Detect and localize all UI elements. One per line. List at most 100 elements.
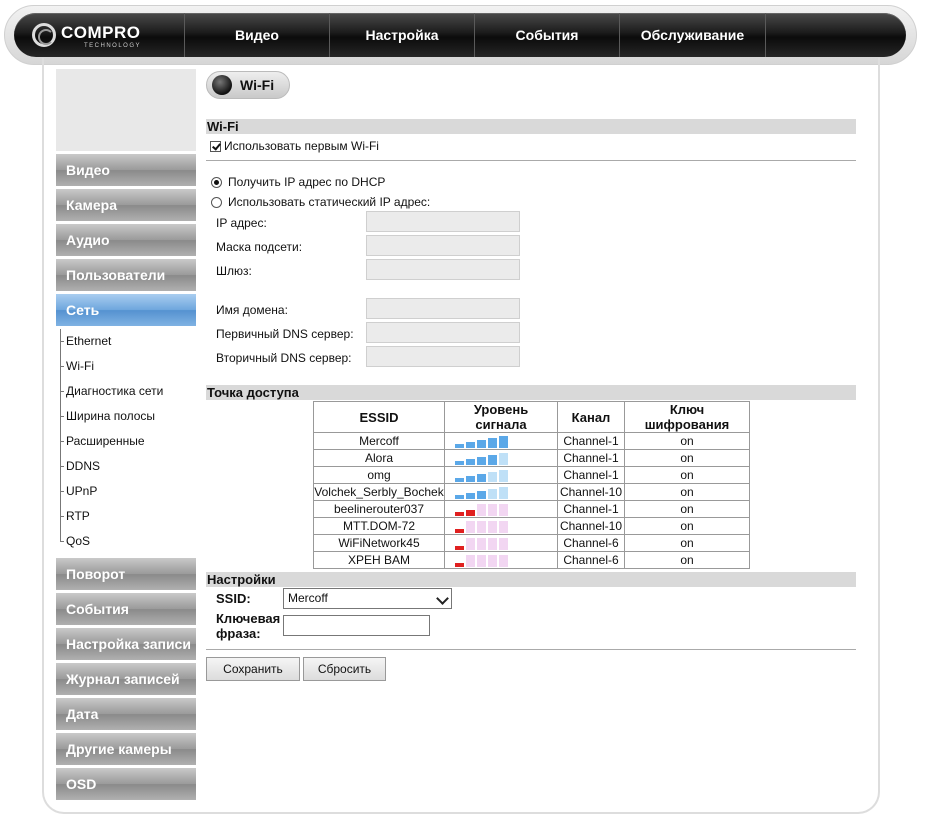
dhcp-label: Получить IP адрес по DHCP [228, 175, 386, 189]
sidebar-item-record-log[interactable]: Журнал записей [56, 663, 196, 695]
key-header: Ключ шифрования [624, 401, 750, 433]
static-ip-radio[interactable] [211, 196, 222, 208]
signal-bars-icon [455, 503, 508, 517]
top-nav-events[interactable]: События [474, 13, 619, 57]
domain-name-field[interactable] [366, 298, 520, 319]
signal-cell [444, 449, 558, 467]
logo-text: COMPRO [61, 23, 141, 42]
sidebar-item-record-settings[interactable]: Настройка записи [56, 628, 196, 660]
sidebar-item-rotation[interactable]: Поворот [56, 558, 196, 590]
signal-bar [488, 438, 497, 449]
table-row[interactable]: Mercoff Channel-1 on [313, 432, 750, 450]
signal-bar [499, 453, 508, 466]
key-cell: on [624, 534, 750, 552]
key-cell: on [624, 466, 750, 484]
signal-bar [477, 440, 486, 449]
static-ip-label: Использовать статический IP адрес: [228, 195, 431, 209]
signal-bar [477, 457, 486, 466]
essid-cell: Mercoff [313, 432, 445, 450]
table-row[interactable]: Alora Channel-1 on [313, 449, 750, 467]
chevron-down-icon [436, 592, 449, 605]
submenu-item-diagnostics[interactable]: Диагностика сети [56, 379, 196, 404]
signal-bars-icon [455, 452, 508, 466]
sidebar-item-audio[interactable]: Аудио [56, 224, 196, 256]
table-row[interactable]: XPEH BAM Channel-6 on [313, 551, 750, 569]
sidebar-item-camera[interactable]: Камера [56, 189, 196, 221]
signal-bar [499, 521, 508, 534]
signal-bar [488, 472, 497, 483]
signal-bar [477, 504, 486, 517]
signal-bar [477, 491, 486, 500]
key-cell: on [624, 551, 750, 569]
channel-cell: Channel-1 [557, 432, 625, 450]
domain-name-label: Имя домена: [216, 303, 288, 317]
secondary-dns-field[interactable] [366, 346, 520, 367]
compro-logo[interactable]: COMPRO TECHNOLOGY [32, 21, 182, 51]
section-access-point: Точка доступа [206, 385, 856, 400]
signal-bar [499, 504, 508, 517]
signal-bar [477, 474, 486, 483]
signal-bars-icon [455, 520, 508, 534]
save-button[interactable]: Сохранить [206, 657, 300, 681]
ip-address-field[interactable] [366, 211, 520, 232]
table-row[interactable]: beelinerouter037 Channel-1 on [313, 500, 750, 518]
key-cell: on [624, 500, 750, 518]
submenu-item-advanced[interactable]: Расширенные [56, 429, 196, 454]
channel-cell: Channel-1 [557, 449, 625, 467]
submenu-item-upnp[interactable]: UPnP [56, 479, 196, 504]
signal-cell [444, 466, 558, 484]
submenu-item-qos[interactable]: QoS [56, 529, 196, 554]
channel-cell: Channel-6 [557, 534, 625, 552]
signal-bar [499, 555, 508, 568]
reset-button[interactable]: Сбросить [303, 657, 386, 681]
channel-cell: Channel-1 [557, 466, 625, 484]
dhcp-option[interactable]: Получить IP адрес по DHCP [211, 175, 385, 189]
sidebar: Видео Камера Аудио Пользователи Сеть Eth… [56, 69, 196, 800]
sidebar-item-network[interactable]: Сеть [56, 294, 196, 326]
primary-dns-field[interactable] [366, 322, 520, 343]
static-ip-option[interactable]: Использовать статический IP адрес: [211, 195, 430, 209]
sidebar-item-other-cameras[interactable]: Другие камеры [56, 733, 196, 765]
essid-cell: beelinerouter037 [313, 500, 445, 518]
submenu-item-ethernet[interactable]: Ethernet [56, 329, 196, 354]
sidebar-item-video[interactable]: Видео [56, 154, 196, 186]
channel-cell: Channel-10 [557, 517, 625, 535]
table-row[interactable]: WiFiNetwork45 Channel-6 on [313, 534, 750, 552]
top-navigation-bar: COMPRO TECHNOLOGY Видео Настройка Событи… [14, 13, 906, 57]
sidebar-item-events[interactable]: События [56, 593, 196, 625]
top-nav-video[interactable]: Видео [184, 13, 329, 57]
submenu-item-rtp[interactable]: RTP [56, 504, 196, 529]
signal-bars-icon [455, 554, 508, 568]
passphrase-label-line2: фраза: [216, 626, 261, 641]
signal-bar [488, 555, 497, 568]
submenu-item-bandwidth[interactable]: Ширина полосы [56, 404, 196, 429]
signal-bar [466, 459, 475, 466]
ssid-select[interactable]: Mercoff [283, 588, 452, 609]
use-first-wifi-label: Использовать первым Wi-Fi [224, 139, 379, 153]
passphrase-input[interactable] [283, 615, 430, 636]
table-row[interactable]: Volchek_Serbly_Bochek Channel-10 on [313, 483, 750, 501]
signal-bar [455, 529, 464, 534]
sidebar-item-osd[interactable]: OSD [56, 768, 196, 800]
use-first-wifi-checkbox[interactable] [210, 140, 221, 152]
sidebar-item-date[interactable]: Дата [56, 698, 196, 730]
table-row[interactable]: omg Channel-1 on [313, 466, 750, 484]
top-nav-maintenance[interactable]: Обслуживание [619, 13, 766, 57]
signal-bar [488, 455, 497, 466]
dhcp-radio[interactable] [211, 176, 222, 188]
submenu-item-ddns[interactable]: DDNS [56, 454, 196, 479]
divider-bottom [206, 649, 856, 650]
gateway-field[interactable] [366, 259, 520, 280]
top-nav-settings[interactable]: Настройка [329, 13, 474, 57]
sidebar-item-users[interactable]: Пользователи [56, 259, 196, 291]
subnet-mask-field[interactable] [366, 235, 520, 256]
table-row[interactable]: MTT.DOM-72 Channel-10 on [313, 517, 750, 535]
channel-header: Канал [557, 401, 625, 433]
use-first-wifi-option[interactable]: Использовать первым Wi-Fi [210, 139, 379, 153]
submenu-item-wifi[interactable]: Wi-Fi [56, 354, 196, 379]
top-nav: Видео Настройка События Обслуживание [184, 13, 766, 57]
signal-cell [444, 483, 558, 501]
signal-bar [466, 538, 475, 551]
secondary-dns-label: Вторичный DNS сервер: [216, 351, 352, 365]
primary-dns-label: Первичный DNS сервер: [216, 327, 354, 341]
